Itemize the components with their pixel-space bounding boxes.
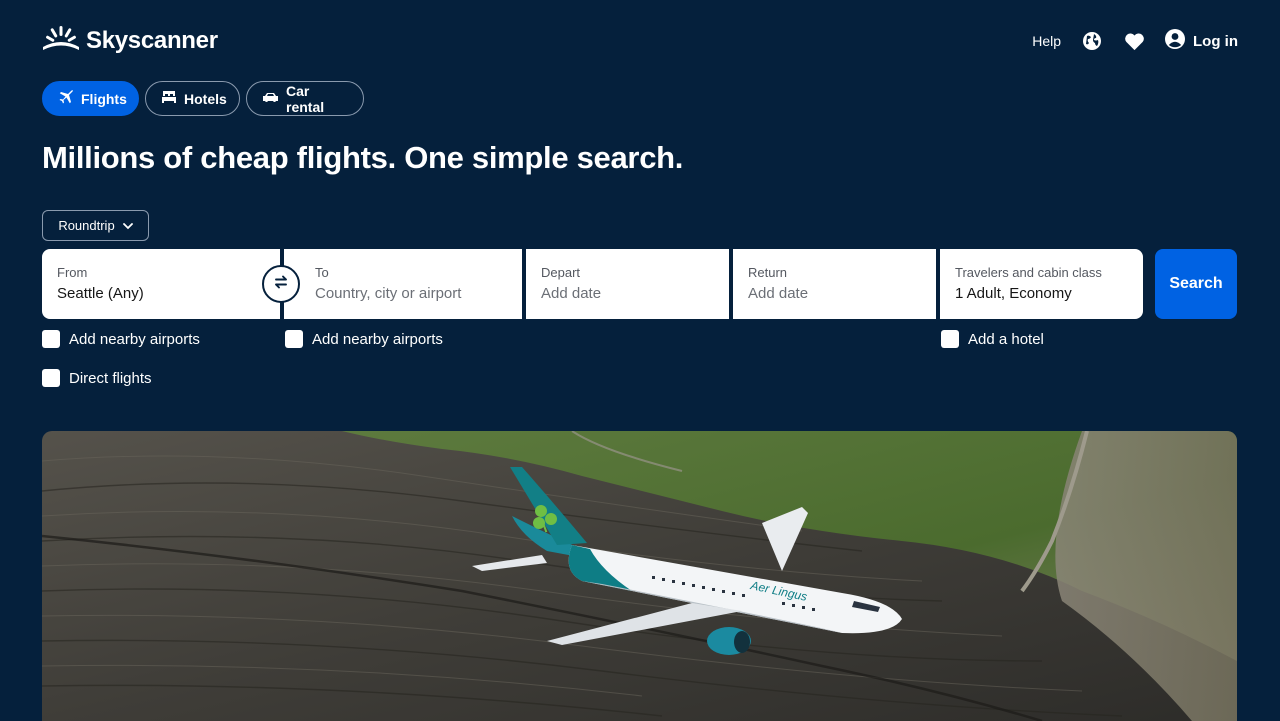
from-nearby-airports-option[interactable]: Add nearby airports — [42, 330, 200, 348]
car-icon — [262, 91, 279, 107]
travelers-value: 1 Adult, Economy — [955, 285, 1072, 302]
to-placeholder: Country, city or airport — [315, 285, 462, 302]
help-link[interactable]: Help — [1032, 33, 1061, 49]
globe-icon[interactable] — [1081, 30, 1103, 52]
product-tabs: Flights Hotels Car rental — [42, 81, 364, 116]
sunrise-logo-icon — [42, 25, 80, 57]
bed-icon — [161, 90, 177, 107]
return-placeholder: Add date — [748, 285, 809, 302]
page-headline: Millions of cheap flights. One simple se… — [42, 140, 684, 175]
tab-hotels[interactable]: Hotels — [145, 81, 240, 116]
travelers-label: Travelers and cabin class — [955, 265, 1102, 280]
tab-car-rental[interactable]: Car rental — [246, 81, 364, 116]
from-nearby-label: Add nearby airports — [69, 330, 200, 348]
direct-flights-label: Direct flights — [69, 369, 152, 387]
to-field[interactable]: To Country, city or airport — [284, 249, 522, 319]
trip-type-select[interactable]: Roundtrip — [42, 210, 149, 241]
travelers-field[interactable]: Travelers and cabin class 1 Adult, Econo… — [940, 249, 1143, 319]
tab-hotels-label: Hotels — [184, 90, 227, 107]
chevron-down-icon — [122, 218, 133, 233]
add-hotel-label: Add a hotel — [968, 330, 1044, 348]
plane-icon — [58, 89, 74, 108]
depart-label: Depart — [541, 265, 581, 280]
tab-car-rental-label: Car rental — [286, 82, 325, 115]
login-button[interactable]: Log in — [1165, 29, 1238, 53]
skyscanner-logo[interactable]: Skyscanner — [42, 25, 218, 57]
flight-search-form: From Seattle (Any) To Country, city or a… — [42, 249, 1143, 319]
add-hotel-checkbox[interactable] — [941, 330, 959, 348]
swap-arrows-icon — [272, 273, 290, 296]
hero-image: Aer Lingus — [42, 431, 1237, 721]
from-value: Seattle (Any) — [57, 285, 144, 302]
add-hotel-option[interactable]: Add a hotel — [941, 330, 1044, 348]
tab-flights-label: Flights — [81, 90, 127, 107]
to-label: To — [315, 265, 329, 280]
return-field[interactable]: Return Add date — [733, 249, 936, 319]
top-header: Skyscanner Help Log in — [42, 24, 1238, 58]
tab-flights[interactable]: Flights — [42, 81, 139, 116]
depart-field[interactable]: Depart Add date — [526, 249, 729, 319]
direct-flights-checkbox[interactable] — [42, 369, 60, 387]
from-label: From — [57, 265, 88, 280]
return-label: Return — [748, 265, 788, 280]
user-icon — [1165, 29, 1185, 53]
search-button[interactable]: Search — [1155, 249, 1237, 319]
login-label: Log in — [1193, 32, 1238, 50]
depart-placeholder: Add date — [541, 285, 602, 302]
from-field[interactable]: From Seattle (Any) — [42, 249, 280, 319]
direct-flights-option[interactable]: Direct flights — [42, 369, 152, 387]
brand-name: Skyscanner — [86, 27, 218, 54]
heart-icon[interactable] — [1123, 30, 1145, 52]
to-nearby-checkbox[interactable] — [285, 330, 303, 348]
swap-button[interactable] — [262, 265, 300, 303]
to-nearby-airports-option[interactable]: Add nearby airports — [285, 330, 443, 348]
from-nearby-checkbox[interactable] — [42, 330, 60, 348]
trip-type-value: Roundtrip — [58, 218, 115, 233]
to-nearby-label: Add nearby airports — [312, 330, 443, 348]
